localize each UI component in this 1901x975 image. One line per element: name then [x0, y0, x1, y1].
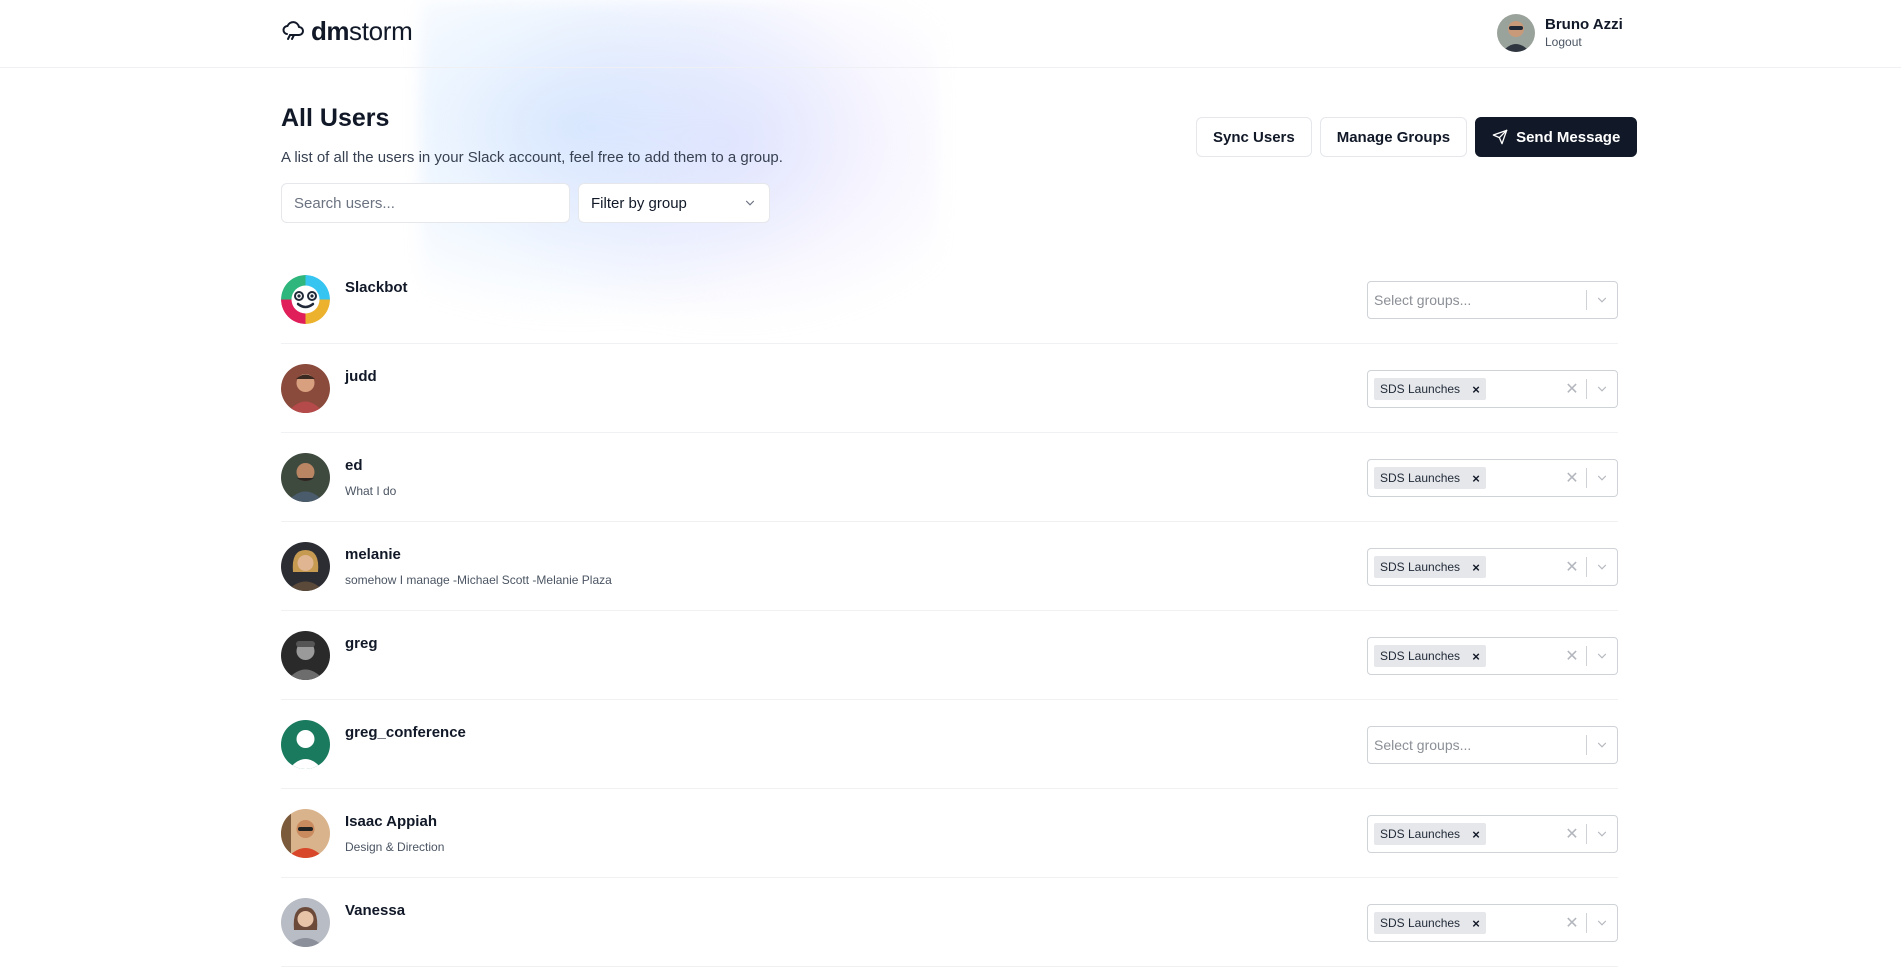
user-name: ed	[345, 457, 363, 474]
group-select-placeholder: Select groups...	[1374, 737, 1472, 753]
user-name: greg	[345, 635, 378, 652]
group-chip-label: SDS Launches	[1380, 382, 1461, 396]
user-description: somehow I manage -Michael Scott -Melanie…	[345, 573, 612, 587]
chevron-down-icon[interactable]	[1587, 471, 1617, 485]
group-select[interactable]: SDS Launches × ✕	[1367, 904, 1618, 942]
remove-chip-icon[interactable]: ×	[1466, 467, 1486, 489]
send-icon	[1492, 129, 1508, 145]
group-select[interactable]: SDS Launches × ✕	[1367, 815, 1618, 853]
group-select-values: SDS Launches ×	[1368, 912, 1558, 934]
remove-chip-icon[interactable]: ×	[1466, 645, 1486, 667]
user-description: Design & Direction	[345, 840, 445, 854]
group-select-values: SDS Launches ×	[1368, 378, 1558, 400]
group-select[interactable]: Select groups...	[1367, 726, 1618, 764]
user-avatar	[281, 631, 330, 680]
send-message-button[interactable]: Send Message	[1475, 117, 1638, 157]
send-message-label: Send Message	[1516, 128, 1621, 146]
remove-chip-icon[interactable]: ×	[1466, 378, 1486, 400]
user-row: Isaac Appiah Design & Direction SDS Laun…	[281, 789, 1618, 878]
group-select[interactable]: SDS Launches × ✕	[1367, 637, 1618, 675]
remove-chip-icon[interactable]: ×	[1466, 823, 1486, 845]
group-filter-label: Filter by group	[591, 194, 687, 212]
group-select-values: SDS Launches ×	[1368, 467, 1558, 489]
group-select-placeholder: Select groups...	[1374, 292, 1472, 308]
chevron-down-icon[interactable]	[1587, 293, 1617, 307]
user-avatar	[281, 898, 330, 947]
group-select-values: SDS Launches ×	[1368, 645, 1558, 667]
group-select-values: SDS Launches ×	[1368, 556, 1558, 578]
clear-icon[interactable]: ✕	[1558, 646, 1586, 666]
group-select[interactable]: SDS Launches × ✕	[1367, 548, 1618, 586]
group-chip: SDS Launches ×	[1374, 912, 1487, 934]
user-avatar	[281, 453, 330, 502]
clear-icon[interactable]: ✕	[1558, 557, 1586, 577]
group-chip: SDS Launches ×	[1374, 645, 1487, 667]
user-row: Slackbot Select groups...	[281, 255, 1618, 344]
action-toolbar: Sync Users Manage Groups Send Message	[1196, 117, 1638, 157]
group-select[interactable]: SDS Launches × ✕	[1367, 370, 1618, 408]
user-avatar	[281, 364, 330, 413]
group-select-values: Select groups...	[1368, 737, 1586, 753]
user-row: ed What I do SDS Launches × ✕	[281, 433, 1618, 522]
group-chip: SDS Launches ×	[1374, 823, 1487, 845]
chevron-down-icon[interactable]	[1587, 649, 1617, 663]
group-chip-label: SDS Launches	[1380, 827, 1461, 841]
user-avatar	[281, 275, 330, 324]
user-name: Slackbot	[345, 279, 408, 296]
remove-chip-icon[interactable]: ×	[1466, 556, 1486, 578]
group-chip-label: SDS Launches	[1380, 916, 1461, 930]
user-description: What I do	[345, 484, 397, 498]
user-row: greg_conference Select groups...	[281, 700, 1618, 789]
group-chip: SDS Launches ×	[1374, 467, 1487, 489]
search-input[interactable]	[281, 183, 570, 223]
user-avatar	[281, 720, 330, 769]
user-row: judd SDS Launches × ✕	[281, 344, 1618, 433]
clear-icon[interactable]: ✕	[1558, 379, 1586, 399]
user-row: greg SDS Launches × ✕	[281, 611, 1618, 700]
group-select-values: Select groups...	[1368, 292, 1586, 308]
group-select[interactable]: SDS Launches × ✕	[1367, 459, 1618, 497]
page-subtitle: A list of all the users in your Slack ac…	[281, 149, 783, 166]
cloud-icon	[282, 21, 304, 40]
clear-icon[interactable]: ✕	[1558, 824, 1586, 844]
user-row: Vanessa SDS Launches × ✕	[281, 878, 1618, 967]
group-select-values: SDS Launches ×	[1368, 823, 1558, 845]
page-title: All Users	[281, 104, 390, 132]
user-avatar	[281, 809, 330, 858]
user-name: Isaac Appiah	[345, 813, 437, 830]
group-chip: SDS Launches ×	[1374, 378, 1487, 400]
chevron-down-icon[interactable]	[1587, 827, 1617, 841]
user-name: melanie	[345, 546, 401, 563]
manage-groups-button[interactable]: Manage Groups	[1319, 117, 1468, 157]
chevron-down-icon[interactable]	[1587, 738, 1617, 752]
user-list: Slackbot Select groups... judd SDS Launc…	[281, 255, 1618, 967]
user-name: judd	[345, 368, 377, 385]
brand-logo[interactable]: dmstorm	[281, 16, 413, 46]
sync-users-button[interactable]: Sync Users	[1196, 117, 1312, 157]
brand-light: storm	[349, 15, 413, 46]
chevron-down-icon[interactable]	[1587, 560, 1617, 574]
user-row: melanie somehow I manage -Michael Scott …	[281, 522, 1618, 611]
logout-link[interactable]: Logout	[1545, 34, 1623, 50]
top-bar: dmstorm Bruno Azzi Logout	[0, 0, 1901, 68]
group-filter-select[interactable]: Filter by group	[578, 183, 770, 223]
remove-chip-icon[interactable]: ×	[1466, 912, 1486, 934]
chevron-down-icon[interactable]	[1587, 382, 1617, 396]
brand-bold: dm	[311, 15, 350, 46]
group-chip-label: SDS Launches	[1380, 560, 1461, 574]
user-name: Vanessa	[345, 902, 406, 919]
clear-icon[interactable]: ✕	[1558, 468, 1586, 488]
chevron-down-icon[interactable]	[1587, 916, 1617, 930]
account-name: Bruno Azzi	[1545, 16, 1623, 33]
group-chip-label: SDS Launches	[1380, 471, 1461, 485]
user-name: greg_conference	[345, 724, 466, 741]
user-avatar	[281, 542, 330, 591]
chevron-down-icon	[745, 200, 755, 206]
group-chip: SDS Launches ×	[1374, 556, 1487, 578]
group-chip-label: SDS Launches	[1380, 649, 1461, 663]
account-menu: Bruno Azzi Logout	[1497, 14, 1623, 52]
group-select[interactable]: Select groups...	[1367, 281, 1618, 319]
account-avatar[interactable]	[1497, 14, 1535, 52]
clear-icon[interactable]: ✕	[1558, 913, 1586, 933]
